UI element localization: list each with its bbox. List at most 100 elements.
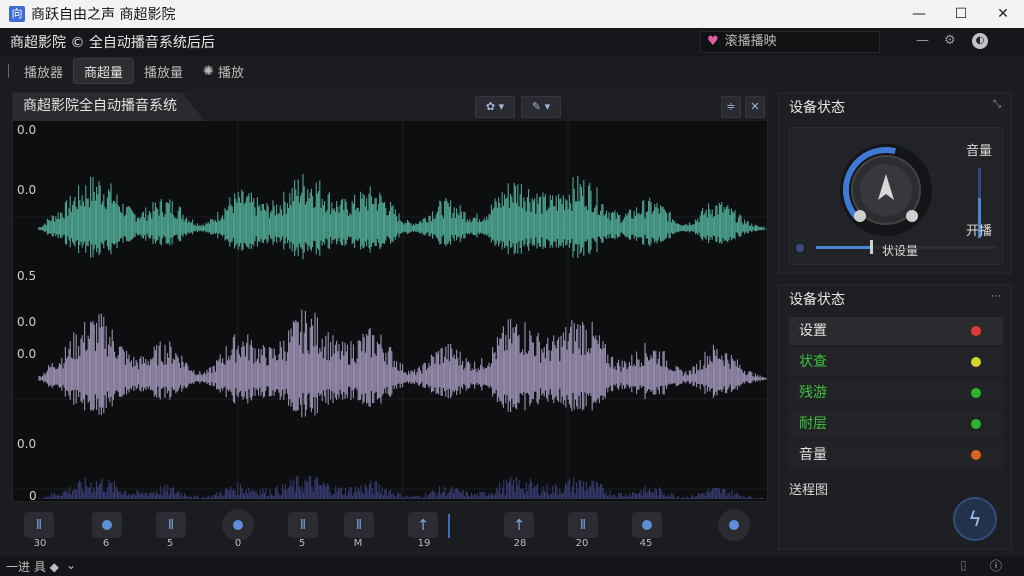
transport-btn-0[interactable]: ⦀ bbox=[24, 512, 54, 538]
status-dot bbox=[971, 388, 981, 398]
transport-label-9: 45 bbox=[639, 538, 653, 549]
bars-icon: ⦀ bbox=[168, 517, 174, 533]
bars-icon: ⦀ bbox=[580, 517, 586, 533]
panel-title: 商超影院全自动播音系统 bbox=[13, 93, 205, 121]
status-dot bbox=[971, 326, 981, 336]
tab-2[interactable]: 播放量 bbox=[134, 58, 193, 84]
chevron-down-icon[interactable]: ⌄ bbox=[66, 558, 76, 572]
gear-icon[interactable]: ⚙ bbox=[944, 33, 956, 48]
panel-header: 商超影院全自动播音系统 ✿ ▾ ✎ ▾ ≑ ✕ bbox=[13, 93, 769, 121]
up-arrow-icon: ↑ bbox=[512, 516, 526, 534]
transport-label-7: 28 bbox=[513, 538, 527, 549]
status-bar: 一进 具 ◆ ⌄ ▯ ⓘ bbox=[0, 556, 1024, 576]
help-icon[interactable]: ⓘ bbox=[990, 557, 1002, 574]
transport-btn-8[interactable]: ⦀ bbox=[568, 512, 598, 538]
tools-dropdown[interactable]: ✎ ▾ bbox=[521, 96, 561, 118]
more-icon[interactable]: ⋯ bbox=[991, 291, 1001, 302]
window-title: 商跃自由之声 商超影院 bbox=[31, 7, 176, 23]
y-label-0: 0.0 bbox=[17, 123, 37, 137]
expand-icon[interactable]: ⤡ bbox=[993, 99, 1001, 110]
status-left-text: 一进 具 ◆ bbox=[6, 560, 59, 574]
status-row-label: 残游 bbox=[799, 385, 827, 401]
tab-1[interactable]: 商超量 bbox=[73, 58, 135, 84]
transport-label-6: 19 bbox=[417, 538, 431, 549]
maximize-button[interactable]: ☐ bbox=[938, 0, 984, 28]
volume-control: 音量 开播 状设量 bbox=[789, 127, 1003, 265]
panel-split-button[interactable]: ≑ bbox=[721, 96, 741, 118]
status-dot bbox=[971, 419, 981, 429]
y-label-5: 0.0 bbox=[17, 437, 37, 451]
status-row-0[interactable]: 设置 bbox=[789, 317, 1003, 345]
search-text: 滚播播映 bbox=[724, 34, 777, 49]
status-row-label: 音量 bbox=[799, 447, 827, 463]
status-row-label: 设置 bbox=[799, 323, 827, 339]
switch-label: 开播 bbox=[966, 224, 993, 239]
title-bar: 向 商跃自由之声 商超影院 — ☐ ✕ bbox=[0, 0, 1024, 28]
transport-label-1: 6 bbox=[102, 538, 110, 549]
minimize-button[interactable]: — bbox=[896, 0, 942, 28]
waveform-panel: 商超影院全自动播音系统 ✿ ▾ ✎ ▾ ≑ ✕ 0.0 0.0 0.5 0.0 … bbox=[12, 92, 769, 503]
status-panel-title: 设备状态 bbox=[789, 292, 845, 308]
app-icon: 向 bbox=[9, 6, 25, 22]
y-label-3: 0.0 bbox=[17, 315, 37, 329]
transport-label-2: 5 bbox=[166, 538, 174, 549]
dot-icon bbox=[729, 520, 739, 530]
minus-icon[interactable]: — bbox=[916, 33, 929, 48]
transport-btn-1[interactable] bbox=[92, 512, 122, 538]
settings-icon: ✺ bbox=[203, 63, 214, 79]
transport-btn-2[interactable]: ⦀ bbox=[156, 512, 186, 538]
volume-label: 音量 bbox=[966, 144, 993, 159]
status-list-panel: 设备状态 ⋯ 设置 状查 残游 耐层 音量 送程图 ϟ bbox=[778, 284, 1012, 550]
bars-icon: ⦀ bbox=[356, 517, 362, 533]
bars-icon: ⦀ bbox=[300, 517, 306, 533]
transport-label-3: 0 bbox=[234, 538, 242, 549]
dot-icon bbox=[102, 520, 112, 530]
playhead-marker bbox=[448, 514, 450, 538]
transport-btn-5[interactable]: ⦀ bbox=[344, 512, 374, 538]
tab-3-label: 播放 bbox=[217, 65, 244, 81]
search-box[interactable]: ♥ 滚播播映 bbox=[700, 31, 880, 53]
dot-icon bbox=[233, 520, 243, 530]
transport-label-0: 30 bbox=[33, 538, 47, 549]
status-row-2[interactable]: 残游 bbox=[789, 379, 1003, 407]
tab-0[interactable]: 播放器 bbox=[14, 58, 73, 84]
y-label-2: 0.5 bbox=[17, 269, 37, 283]
record-button[interactable] bbox=[718, 509, 750, 541]
transport-btn-7[interactable]: ↑ bbox=[504, 512, 534, 538]
status-row-3[interactable]: 耐层 bbox=[789, 410, 1003, 438]
app-window: 向 商跃自由之声 商超影院 — ☐ ✕ 商超影院 © 全自动播音系统后后 ♥ 滚播… bbox=[0, 0, 1024, 576]
bars-icon: ⦀ bbox=[36, 517, 42, 533]
dot-icon bbox=[642, 520, 652, 530]
panel-close-button[interactable]: ✕ bbox=[745, 96, 765, 118]
lightning-button[interactable]: ϟ bbox=[953, 497, 997, 541]
heart-icon: ♥ bbox=[707, 34, 719, 49]
status-row-label: 耐层 bbox=[799, 416, 827, 432]
tab-bar: 播放器 商超量 播放量 ✺ 播放 bbox=[0, 56, 780, 86]
device-panel-title: 设备状态 bbox=[789, 100, 845, 116]
close-button[interactable]: ✕ bbox=[980, 0, 1024, 28]
status-row-label: 状查 bbox=[799, 354, 827, 370]
transport-btn-9[interactable] bbox=[632, 512, 662, 538]
status-row-4[interactable]: 音量 bbox=[789, 441, 1003, 469]
device-status-panel: 设备状态 ⤡ 音量 开播 状设量 bbox=[778, 92, 1012, 274]
tab-3[interactable]: ✺ 播放 bbox=[193, 58, 254, 84]
status-row-1[interactable]: 状查 bbox=[789, 348, 1003, 376]
transport-bar: ⦀ 30 6 ⦀ 5 0 ⦀ 5 ⦀ M ↑ 19 ↑ 28 ⦀ 20 45 bbox=[12, 504, 768, 550]
grid-icon[interactable]: ▯ bbox=[960, 558, 967, 572]
status-dot bbox=[971, 450, 981, 460]
transport-btn-6[interactable]: ↑ bbox=[408, 512, 438, 538]
y-label-4: 0.0 bbox=[17, 347, 37, 361]
waveform-view[interactable] bbox=[13, 121, 767, 501]
y-label-1: 0.0 bbox=[17, 183, 37, 197]
lightning-icon: ϟ bbox=[968, 507, 982, 531]
transport-label-8: 20 bbox=[575, 538, 589, 549]
footer-label: 送程图 bbox=[789, 483, 829, 498]
user-icon[interactable]: ◐ bbox=[972, 33, 988, 49]
transport-btn-4[interactable]: ⦀ bbox=[288, 512, 318, 538]
transport-btn-3[interactable] bbox=[222, 509, 254, 541]
effects-dropdown[interactable]: ✿ ▾ bbox=[475, 96, 515, 118]
transport-label-5: M bbox=[353, 538, 363, 549]
status-dot bbox=[971, 357, 981, 367]
transport-label-4: 5 bbox=[298, 538, 306, 549]
y-label-6: 0 bbox=[29, 489, 37, 503]
